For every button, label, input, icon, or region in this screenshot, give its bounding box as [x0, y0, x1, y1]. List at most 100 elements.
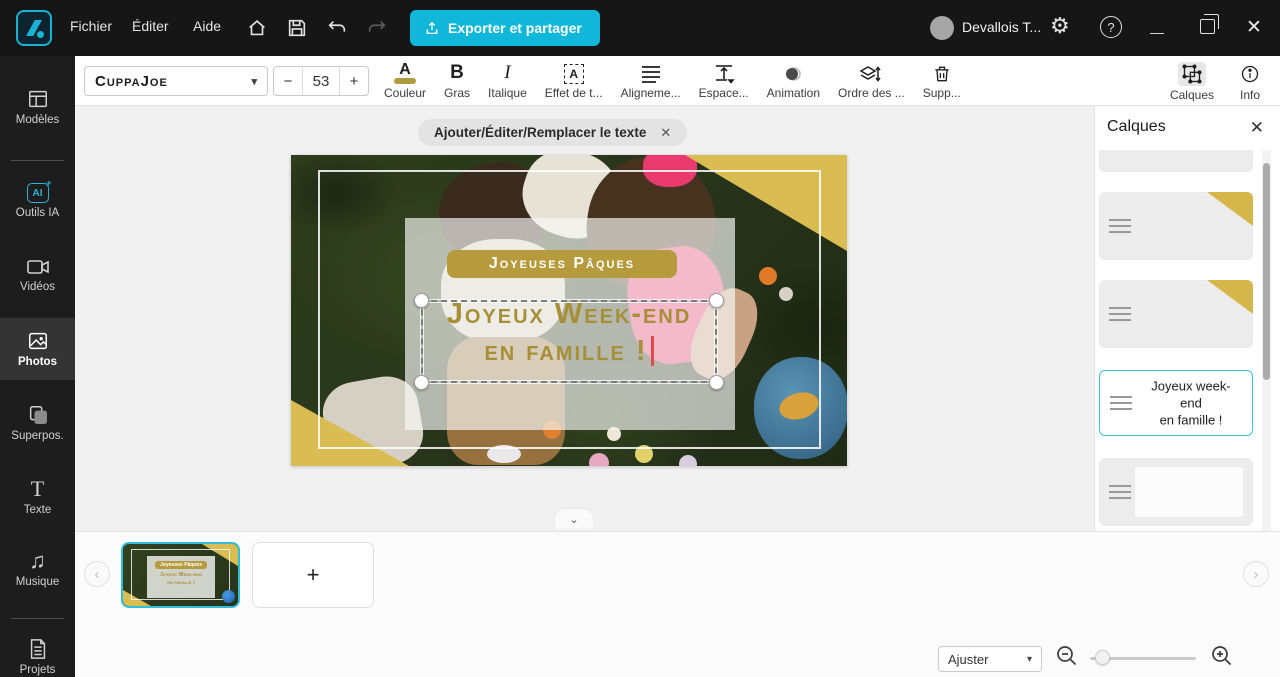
zoom-fit-value: Ajuster: [948, 651, 989, 667]
zoom-out-icon[interactable]: [1055, 644, 1079, 668]
layer-item-partial-top[interactable]: [1099, 150, 1253, 172]
templates-icon: [28, 90, 47, 108]
spacing-tool-button[interactable]: Espace...: [690, 60, 758, 102]
font-family-value: CuppaJoe: [95, 72, 168, 90]
italic-tool-button[interactable]: I Italique: [479, 60, 536, 102]
font-size-decrease-button[interactable]: −: [274, 67, 303, 95]
sidebar-item-texte[interactable]: T Texte: [0, 468, 75, 526]
user-name[interactable]: Devallois T...: [962, 19, 1041, 35]
chevron-down-icon: ▾: [1026, 653, 1032, 665]
font-size-value[interactable]: 53: [303, 67, 339, 95]
selection-handle-top-right[interactable]: [709, 293, 724, 308]
gold-triangle-thumb: [1207, 280, 1253, 314]
app-logo-icon[interactable]: [16, 10, 52, 46]
font-size-increase-button[interactable]: +: [339, 67, 368, 95]
color-icon: A: [394, 62, 417, 84]
alignment-tool-button[interactable]: Aligneme...: [612, 60, 690, 102]
sidebar-divider: [11, 160, 64, 161]
settings-gear-icon[interactable]: ⚙: [1050, 13, 1070, 39]
layer-item-frame-2[interactable]: [1099, 280, 1253, 348]
design-canvas[interactable]: Joyeuses Pâques Joyeux Week-end en famil…: [291, 155, 847, 466]
text-effect-tool-button[interactable]: A Effet de t...: [536, 60, 612, 102]
undo-icon[interactable]: [323, 14, 351, 42]
user-avatar[interactable]: [930, 16, 954, 40]
page-thumbnail-1[interactable]: Joyeuses Pâques Joyeux Week-end en famill…: [121, 542, 240, 608]
window-close-button[interactable]: ✕: [1246, 16, 1262, 39]
chevron-right-icon: ›: [1253, 565, 1259, 583]
animation-tool-button[interactable]: Animation: [758, 60, 829, 102]
sidebar-item-modeles[interactable]: Modèles: [0, 78, 75, 136]
color-tool-button[interactable]: A Couleur: [375, 60, 435, 102]
layers-list: Joyeux week- end en famille !: [1095, 150, 1265, 531]
video-icon: [26, 260, 49, 274]
text-effect-icon: A: [563, 62, 584, 84]
sidebar-item-photos[interactable]: Photos: [0, 318, 75, 380]
zoom-slider-thumb[interactable]: [1095, 650, 1110, 665]
font-family-select[interactable]: CuppaJoe ▾: [84, 66, 268, 96]
badge-joyeuses-paques[interactable]: Joyeuses Pâques: [447, 250, 677, 278]
layers-panel-button[interactable]: Calques: [1166, 60, 1218, 104]
layer-item-frame-1[interactable]: [1099, 192, 1253, 260]
hint-banner: Ajouter/Éditer/Remplacer le texte ✕: [418, 119, 688, 146]
white-rect-thumb: [1135, 467, 1243, 517]
menu-aide[interactable]: Aide: [193, 18, 221, 34]
selection-handle-bottom-right[interactable]: [709, 375, 724, 390]
hint-banner-text: Ajouter/Éditer/Remplacer le texte: [434, 125, 647, 140]
text-icon: T: [30, 476, 45, 501]
spacing-icon: [713, 62, 735, 84]
layer-order-icon: [859, 62, 883, 84]
home-icon[interactable]: [243, 14, 271, 42]
gold-triangle-thumb: [1207, 192, 1253, 226]
animation-icon: [782, 62, 804, 84]
font-size-stepper: − 53 +: [273, 66, 369, 96]
italic-icon: I: [504, 62, 511, 83]
sidebar-item-projets[interactable]: Projets: [0, 628, 75, 677]
alignment-icon: [640, 62, 662, 84]
pages-strip: ‹ Joyeuses Pâques Joyeux Week-end en fami…: [75, 531, 1280, 677]
pages-next-button[interactable]: ›: [1243, 561, 1269, 587]
title-bar: Fichier Éditer Aide Exporter et partager…: [0, 0, 1280, 56]
layer-text-label: Joyeux week- end en famille !: [1151, 378, 1231, 428]
save-icon[interactable]: [283, 14, 311, 42]
bold-tool-button[interactable]: B Gras: [435, 60, 479, 102]
selection-handle-bottom-left[interactable]: [414, 375, 429, 390]
info-panel-button[interactable]: Info: [1232, 60, 1268, 104]
info-icon: [1236, 62, 1264, 86]
sidebar-item-superpos[interactable]: Superpos.: [0, 394, 75, 452]
text-selection-box[interactable]: [414, 293, 724, 390]
delete-tool-button[interactable]: Supp...: [914, 60, 970, 102]
sidebar-item-musique[interactable]: ♫ Musique: [0, 540, 75, 598]
sidebar-item-outils-ia[interactable]: AI + Outils IA: [0, 172, 75, 230]
chevron-down-icon: ▾: [251, 75, 257, 88]
zoom-fit-select[interactable]: Ajuster ▾: [938, 646, 1042, 672]
layers-scrollbar-thumb[interactable]: [1263, 163, 1270, 380]
layer-order-tool-button[interactable]: Ordre des ...: [829, 60, 914, 102]
close-icon[interactable]: ✕: [660, 125, 671, 141]
window-restore-button[interactable]: [1200, 14, 1219, 34]
trash-icon: [932, 62, 952, 84]
close-icon[interactable]: ✕: [1250, 118, 1264, 138]
menu-fichier[interactable]: Fichier: [70, 18, 112, 34]
plus-icon: +: [306, 562, 320, 587]
upload-icon: [424, 20, 440, 36]
zoom-in-icon[interactable]: [1210, 644, 1234, 668]
pages-prev-button[interactable]: ‹: [84, 561, 110, 587]
bold-icon: B: [450, 62, 464, 83]
redo-icon[interactable]: [363, 14, 391, 42]
window-minimize-button[interactable]: —: [1150, 24, 1164, 40]
help-icon[interactable]: ?: [1100, 16, 1122, 38]
menu-editer[interactable]: Éditer: [132, 18, 169, 34]
layer-item-text-selected[interactable]: Joyeux week- end en famille !: [1099, 370, 1253, 436]
collapse-panel-button[interactable]: ⌄: [555, 509, 593, 529]
drag-handle-icon[interactable]: [1109, 485, 1131, 499]
sidebar-item-videos[interactable]: Vidéos: [0, 246, 75, 304]
selection-handle-top-left[interactable]: [414, 293, 429, 308]
mini-badge: Joyeuses Pâques: [155, 561, 207, 569]
drag-handle-icon[interactable]: [1110, 396, 1132, 410]
drag-handle-icon[interactable]: [1109, 219, 1131, 233]
add-page-button[interactable]: +: [252, 542, 374, 608]
layer-item-white-panel[interactable]: [1099, 458, 1253, 526]
mini-text: Joyeux Week-end en famille !: [159, 572, 203, 586]
export-share-button[interactable]: Exporter et partager: [410, 10, 600, 46]
drag-handle-icon[interactable]: [1109, 307, 1131, 321]
